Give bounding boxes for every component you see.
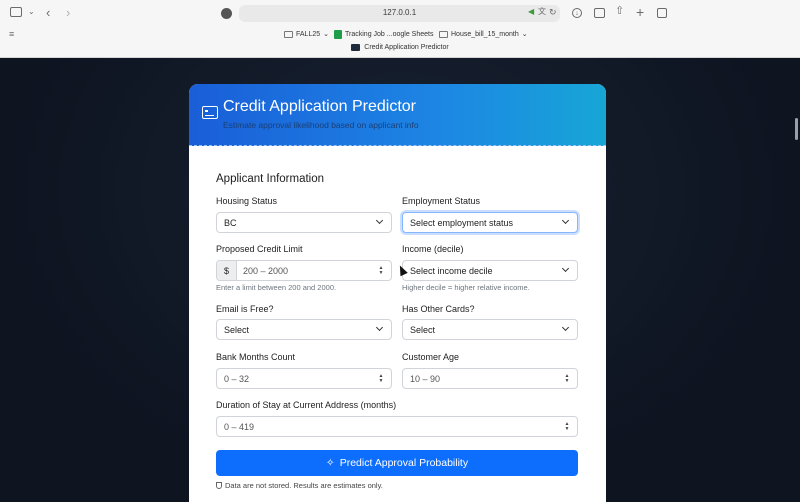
age-input[interactable]: 10 – 90 ▲ ▼ — [402, 368, 578, 389]
credit-card-icon — [202, 106, 218, 119]
section-title: Applicant Information — [216, 173, 325, 185]
back-icon[interactable]: ‹ — [46, 6, 50, 19]
browser-chrome: ⌄ ‹ › 127.0.0.1 ◀ 文 ↻ ↓ ⇧ + ≡ FALL25 ⌄ T… — [0, 0, 800, 58]
email-free-label: Email is Free? — [216, 304, 274, 314]
predict-button[interactable]: ✧ Predict Approval Probability — [216, 450, 578, 476]
page-title: Credit Application Predictor — [223, 98, 416, 115]
chevron-down-icon[interactable]: ⌄ — [28, 8, 35, 16]
sidebar-toggle-icon[interactable] — [10, 7, 22, 17]
credit-limit-input[interactable]: $ 200 – 2000 ▲ ▼ — [216, 260, 392, 281]
employment-label: Employment Status — [402, 196, 481, 206]
chevron-down-icon — [561, 264, 570, 273]
scrollbar[interactable] — [795, 118, 798, 140]
bookmark-fall25[interactable]: FALL25 ⌄ — [284, 28, 329, 40]
privacy-note: Data are not stored. Results are estimat… — [216, 481, 383, 490]
chevron-down-icon: ⌄ — [521, 31, 528, 38]
bookmark-house-bill[interactable]: House_bill_15_month ⌄ — [439, 28, 528, 40]
audio-icon[interactable]: ◀ — [528, 8, 534, 16]
shield-icon — [216, 482, 222, 489]
predict-button-label: Predict Approval Probability — [339, 457, 469, 469]
chevron-down-icon — [561, 216, 570, 225]
other-cards-value: Select — [410, 324, 436, 335]
reload-icon[interactable]: ↻ — [549, 8, 557, 17]
duration-placeholder: 0 – 419 — [224, 421, 255, 432]
privacy-note-text: Data are not stored. Results are estimat… — [225, 481, 383, 490]
forward-icon[interactable]: › — [66, 6, 70, 19]
chevron-down-icon — [561, 323, 570, 332]
sheets-icon — [334, 29, 342, 39]
spinner-icon[interactable]: ▲ ▼ — [564, 422, 570, 432]
credit-limit-label: Proposed Credit Limit — [216, 244, 303, 254]
income-value: Select income decile — [410, 265, 493, 276]
new-tab-icon[interactable]: + — [636, 5, 644, 19]
housing-label: Housing Status — [216, 196, 278, 206]
age-label: Customer Age — [402, 352, 460, 362]
tab-favicon-icon — [351, 44, 361, 51]
translate-icon[interactable]: 文 — [538, 8, 546, 16]
spinner-icon[interactable]: ▲ ▼ — [564, 374, 570, 384]
chevron-down-icon — [375, 216, 384, 225]
bookmark-label: Tracking Job ...oogle Sheets — [345, 30, 434, 38]
chevron-down-icon: ⌄ — [323, 31, 330, 38]
age-placeholder: 10 – 90 — [410, 373, 441, 384]
tab-overview-icon[interactable] — [657, 8, 667, 18]
duration-label: Duration of Stay at Current Address (mon… — [216, 400, 397, 410]
reading-list-icon[interactable]: ≡ — [9, 30, 14, 39]
downloads-icon[interactable]: ↓ — [572, 8, 582, 18]
income-label: Income (decile) — [402, 244, 464, 254]
share-icon[interactable]: ⇧ — [615, 6, 624, 17]
income-select[interactable]: Select income decile — [402, 260, 578, 281]
dollar-prefix: $ — [217, 261, 237, 280]
employment-select[interactable]: Select employment status — [402, 212, 578, 233]
income-help: Higher decile = higher relative income. — [402, 283, 530, 292]
email-free-select[interactable]: Select — [216, 319, 392, 340]
bank-months-input[interactable]: 0 – 32 ▲ ▼ — [216, 368, 392, 389]
print-icon[interactable] — [594, 8, 605, 18]
duration-input[interactable]: 0 – 419 ▲ ▼ — [216, 416, 578, 437]
credit-limit-help: Enter a limit between 200 and 2000. — [216, 283, 337, 292]
privacy-icon[interactable] — [221, 8, 232, 19]
spinner-icon[interactable]: ▲ ▼ — [378, 266, 384, 276]
magic-wand-icon: ✧ — [325, 457, 335, 469]
url-text: 127.0.0.1 — [382, 8, 417, 17]
spinner-icon[interactable]: ▲ ▼ — [378, 374, 384, 384]
credit-limit-placeholder: 200 – 2000 — [243, 265, 289, 276]
folder-icon — [284, 30, 293, 38]
active-tab[interactable]: Credit Application Predictor — [0, 44, 800, 51]
email-free-value: Select — [224, 324, 250, 335]
predictor-card: Credit Application Predictor Estimate ap… — [189, 84, 606, 502]
housing-select[interactable]: BC — [216, 212, 392, 233]
other-cards-label: Has Other Cards? — [402, 304, 475, 314]
folder-icon — [439, 30, 448, 38]
page-subtitle: Estimate approval likelihood based on ap… — [223, 120, 419, 130]
tab-title: Credit Application Predictor — [364, 44, 449, 51]
employment-value: Select employment status — [410, 217, 514, 228]
bookmark-label: FALL25 — [296, 30, 321, 38]
bank-months-label: Bank Months Count — [216, 352, 296, 362]
card-header: Credit Application Predictor Estimate ap… — [189, 84, 606, 146]
bank-months-placeholder: 0 – 32 — [224, 373, 250, 384]
address-bar[interactable]: 127.0.0.1 ◀ 文 ↻ — [239, 5, 560, 22]
bookmark-label: House_bill_15_month — [451, 30, 519, 38]
housing-value: BC — [224, 217, 237, 228]
chevron-down-icon — [375, 323, 384, 332]
bookmark-tracking-job[interactable]: Tracking Job ...oogle Sheets — [334, 28, 433, 40]
other-cards-select[interactable]: Select — [402, 319, 578, 340]
